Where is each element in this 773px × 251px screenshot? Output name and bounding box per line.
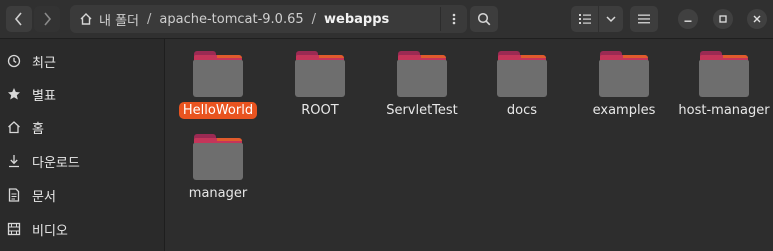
close-icon bbox=[753, 15, 761, 23]
path-menu-button[interactable] bbox=[440, 7, 467, 31]
path-bar: 내 폴더 / apache-tomcat-9.0.65 / webapps bbox=[70, 5, 467, 33]
breadcrumb-separator: / bbox=[311, 11, 317, 27]
folder-name: HelloWorld bbox=[178, 102, 258, 119]
folder-name: ServletTest bbox=[386, 103, 458, 118]
clock-icon bbox=[6, 54, 22, 68]
chevron-left-icon bbox=[14, 12, 22, 26]
document-icon bbox=[6, 188, 22, 202]
folder-icon bbox=[193, 134, 243, 180]
folder-item-examples[interactable]: examples bbox=[574, 39, 674, 119]
sidebar-item-label: 홈 bbox=[32, 121, 44, 137]
folder-icon bbox=[699, 51, 749, 97]
folder-name: examples bbox=[592, 103, 656, 118]
folder-name: host-manager bbox=[678, 103, 770, 118]
breadcrumb-separator: / bbox=[147, 11, 152, 27]
folder-icon bbox=[295, 51, 345, 97]
folder-item-host-manager[interactable]: host-manager bbox=[674, 39, 773, 119]
folder-item-helloworld[interactable]: HelloWorld bbox=[168, 39, 268, 119]
view-options-button[interactable] bbox=[599, 6, 623, 32]
star-icon bbox=[6, 87, 22, 101]
folder-item-docs[interactable]: docs bbox=[472, 39, 572, 119]
home-icon bbox=[79, 12, 93, 26]
chevron-down-icon bbox=[606, 16, 616, 23]
sidebar-item-label: 문서 bbox=[32, 189, 56, 205]
folder-icon bbox=[397, 51, 447, 97]
download-icon bbox=[6, 154, 22, 168]
folder-item-servlettest[interactable]: ServletTest bbox=[372, 39, 472, 119]
breadcrumb-tomcat[interactable]: apache-tomcat-9.0.65 bbox=[159, 12, 303, 27]
folder-name: manager bbox=[188, 186, 248, 201]
sidebar-item-label: 별표 bbox=[32, 88, 56, 104]
back-button[interactable] bbox=[6, 6, 32, 32]
sidebar-item-home[interactable]: 홈 bbox=[0, 112, 164, 142]
main-menu-button[interactable] bbox=[630, 6, 658, 32]
maximize-icon bbox=[719, 15, 727, 23]
folder-icon bbox=[193, 51, 243, 97]
sidebar-item-recent[interactable]: 최근 bbox=[0, 46, 164, 76]
hamburger-menu-icon bbox=[638, 14, 650, 24]
header-bar: 내 폴더 / apache-tomcat-9.0.65 / webapps bbox=[0, 0, 773, 39]
folder-item-manager[interactable]: manager bbox=[168, 122, 268, 202]
breadcrumb-current[interactable]: webapps bbox=[324, 12, 389, 27]
maximize-button[interactable] bbox=[713, 9, 733, 29]
minimize-button[interactable] bbox=[678, 9, 698, 29]
folder-icon bbox=[497, 51, 547, 97]
sidebar-item-videos[interactable]: 비디오 bbox=[0, 214, 164, 244]
chevron-right-icon bbox=[44, 12, 52, 26]
close-button[interactable] bbox=[747, 9, 767, 29]
file-grid: HelloWorld ROOT ServletTest docs example… bbox=[165, 39, 773, 251]
folder-item-root[interactable]: ROOT bbox=[270, 39, 370, 119]
minimize-icon bbox=[684, 20, 692, 22]
sidebar-item-label: 비디오 bbox=[32, 223, 68, 239]
sidebar-item-label: 최근 bbox=[32, 55, 56, 71]
sidebar-item-documents[interactable]: 문서 bbox=[0, 180, 164, 210]
sidebar-item-downloads[interactable]: 다운로드 bbox=[0, 146, 164, 176]
search-icon bbox=[477, 12, 491, 26]
folder-icon bbox=[599, 51, 649, 97]
home-icon bbox=[6, 120, 22, 134]
search-button[interactable] bbox=[470, 6, 498, 32]
folder-name: docs bbox=[506, 103, 538, 118]
folder-name: ROOT bbox=[301, 103, 339, 118]
sidebar: 최근 별표 홈 다운로드 문서 비디오 bbox=[0, 39, 165, 251]
list-view-icon bbox=[578, 14, 591, 24]
video-icon bbox=[6, 222, 22, 236]
more-vertical-icon bbox=[452, 13, 456, 25]
sidebar-item-starred[interactable]: 별표 bbox=[0, 79, 164, 109]
breadcrumb-home[interactable]: 내 폴더 bbox=[99, 10, 139, 29]
forward-button[interactable] bbox=[34, 6, 60, 32]
sidebar-item-label: 다운로드 bbox=[32, 155, 80, 171]
list-view-button[interactable] bbox=[571, 6, 598, 32]
